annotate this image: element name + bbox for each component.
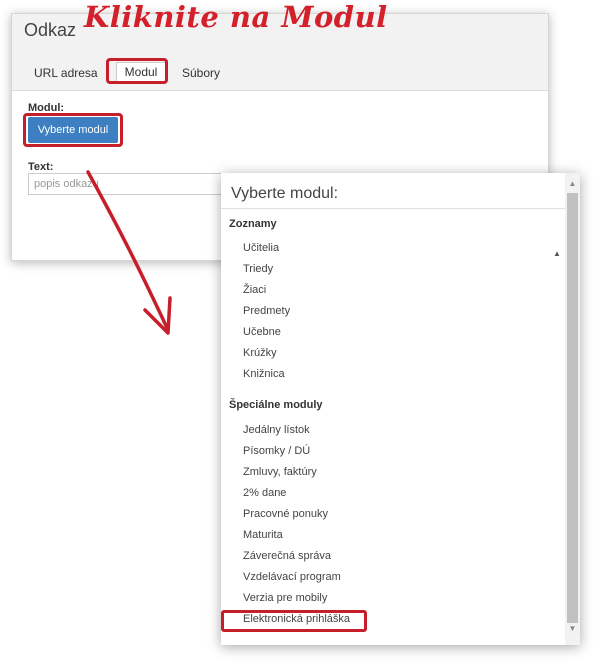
group-zoznamy: Zoznamy (229, 218, 277, 230)
list-item[interactable]: Maturita (243, 529, 283, 541)
module-picker-dialog: Vyberte modul: Zoznamy ▲ Učitelia Triedy… (221, 173, 580, 645)
list-item[interactable]: Vzdelávací program (243, 571, 341, 583)
highlight-elektronicka-prihlaska (221, 610, 367, 632)
list-item[interactable]: Triedy (243, 263, 273, 275)
module-picker-title: Vyberte modul: (231, 185, 339, 202)
list-item[interactable]: Knižnica (243, 368, 285, 380)
scrollbar[interactable]: ▲ ▼ (565, 173, 580, 645)
tab-url-adresa[interactable]: URL adresa (32, 65, 100, 81)
highlight-modul-tab (106, 58, 168, 84)
list-item[interactable]: Žiaci (243, 284, 266, 296)
scroll-down-icon[interactable]: ▼ (567, 624, 578, 633)
list-item[interactable]: Písomky / DÚ (243, 445, 310, 457)
list-item[interactable]: 2% dane (243, 487, 286, 499)
list-scroll-up-icon[interactable]: ▲ (553, 249, 561, 258)
list-item[interactable]: Záverečná správa (243, 550, 331, 562)
module-list: Zoznamy ▲ Učitelia Triedy Žiaci Predmety… (221, 209, 565, 645)
list-item[interactable]: Verzia pre mobily (243, 592, 327, 604)
list-item[interactable]: Zmluvy, faktúry (243, 466, 317, 478)
list-item[interactable]: Krúžky (243, 347, 277, 359)
scroll-up-icon[interactable]: ▲ (567, 179, 578, 188)
highlight-select-module-button (23, 113, 123, 147)
list-item[interactable]: Pracovné ponuky (243, 508, 328, 520)
scrollbar-thumb[interactable] (567, 193, 578, 623)
dialog-title: Odkaz (24, 20, 77, 40)
group-specialne-moduly: Špeciálne moduly (229, 399, 323, 411)
list-item[interactable]: Jedálny lístok (243, 424, 310, 436)
list-item[interactable]: Učebne (243, 326, 281, 338)
tab-subory[interactable]: Súbory (180, 65, 222, 81)
list-item[interactable]: Predmety (243, 305, 290, 317)
list-item[interactable]: Učitelia (243, 242, 279, 254)
text-label: Text: (28, 161, 54, 173)
annotation-click-modul: Kliknite na Modul (84, 0, 388, 34)
